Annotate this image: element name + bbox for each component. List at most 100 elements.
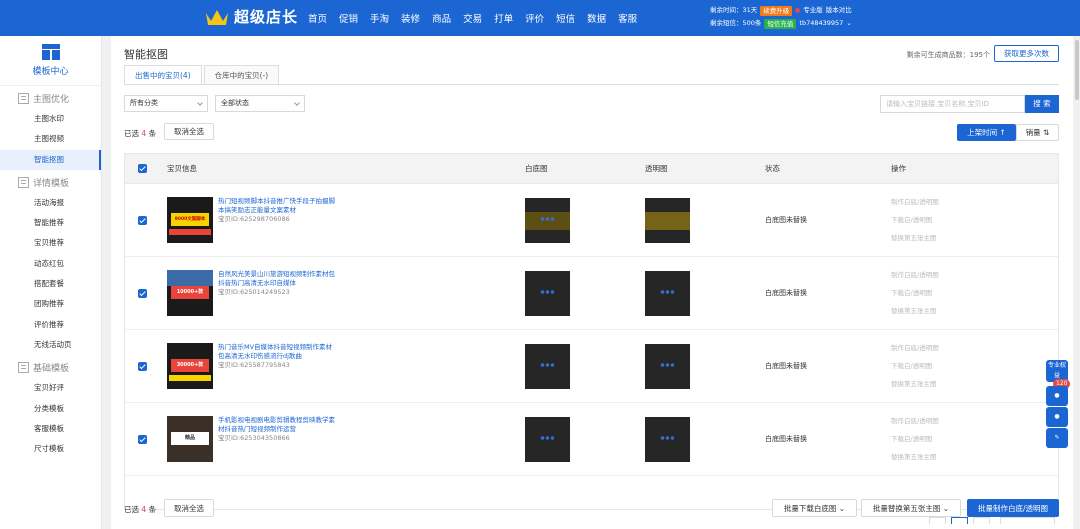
group-label: 基础模板 [33, 364, 70, 375]
compare-link[interactable]: 版本对比 [826, 4, 852, 17]
row-checkbox[interactable] [137, 361, 147, 371]
make-image-link[interactable]: 制作白底/透明图 [891, 412, 1058, 430]
chat-icon[interactable]: ● [1046, 386, 1068, 406]
replace-fifth-link[interactable]: 替换第五张主图 [891, 229, 1058, 247]
search-input[interactable]: 请输入宝贝链接,宝贝名称,宝贝ID [880, 95, 1025, 113]
transparent-image[interactable] [645, 416, 690, 462]
make-image-link[interactable]: 制作白底/透明图 [891, 193, 1058, 211]
user-name[interactable]: tb748439957 [799, 17, 843, 30]
selected-count: 4 [141, 505, 147, 514]
nav-home[interactable]: 首页 [308, 11, 327, 25]
sidebar-title: 模板中心 [32, 67, 69, 77]
status-select[interactable]: 全部状态 [215, 95, 305, 112]
product-thumbnail[interactable]: 精品 [167, 416, 213, 462]
tab-on-sale[interactable]: 出售中的宝贝(4) [124, 65, 202, 85]
sidebar: 模板中心 主图优化 主图水印 主图视频 智能抠图 详情模板 活动海报 智能推荐 … [0, 36, 102, 529]
upgrade-button[interactable]: 续费升级 [760, 5, 793, 16]
bottom-cancel-select-button[interactable]: 取消全选 [164, 499, 214, 517]
scrollbar-thumb[interactable] [1075, 40, 1079, 100]
get-more-button[interactable]: 获取更多次数 [994, 45, 1059, 62]
sidebar-item-size[interactable]: 尺寸模板 [0, 439, 101, 459]
white-bg-image[interactable] [525, 270, 570, 316]
sidebar-item-group[interactable]: 团购推荐 [0, 294, 101, 314]
white-bg-image[interactable] [525, 343, 570, 389]
pager-prev[interactable] [929, 517, 946, 524]
basic-icon [18, 362, 29, 374]
white-bg-image[interactable] [525, 197, 570, 243]
nav-mobile[interactable]: 手淘 [370, 11, 389, 25]
sidebar-item-watermark[interactable]: 主图水印 [0, 109, 101, 129]
table-row: 精品 手机影视电视剧电影剪辑教程剪映教学素材抖音热门短视频制作运营 宝贝ID:62… [125, 403, 1058, 476]
row-checkbox[interactable] [137, 215, 147, 225]
nav-trade[interactable]: 交易 [463, 11, 482, 25]
product-title[interactable]: 热门短视频脚本抖音推广快手段子拍摄脚本搞笑励志正能量文案素材 [218, 197, 338, 215]
nav-promo[interactable]: 促销 [339, 11, 358, 25]
transparent-image[interactable] [645, 270, 690, 316]
group-main-image[interactable]: 主图优化 [0, 88, 101, 109]
scrollbar[interactable] [1074, 36, 1080, 529]
sort-time-button[interactable]: 上架时间 ↑ [957, 124, 1016, 141]
sidebar-item-good-review[interactable]: 宝贝好评 [0, 378, 101, 398]
download-image-link[interactable]: 下载白/透明图 [891, 357, 1058, 375]
sidebar-item-video[interactable]: 主图视频 [0, 129, 101, 149]
pager-size[interactable] [1000, 517, 1055, 524]
status-text: 白底图未替换 [765, 362, 807, 370]
row-checkbox[interactable] [137, 434, 147, 444]
nav-sms[interactable]: 短信 [556, 11, 575, 25]
edit-icon[interactable]: ✎ [1046, 428, 1068, 448]
batch-make-button[interactable]: 批量制作白底/透明图 [967, 499, 1059, 517]
chevron-down-icon[interactable]: ⌄ [846, 17, 851, 30]
sidebar-item-redpacket[interactable]: 动态红包 [0, 254, 101, 274]
sidebar-item-cutout[interactable]: 智能抠图 [0, 149, 101, 170]
selected-count: 4 [141, 129, 147, 138]
support-icon[interactable]: ● [1046, 407, 1068, 427]
product-thumbnail[interactable]: 9000文案脚本 [167, 197, 213, 243]
sidebar-item-category[interactable]: 分类模板 [0, 399, 101, 419]
sidebar-item-smart[interactable]: 智能推荐 [0, 213, 101, 233]
sidebar-item-wireless[interactable]: 无线活动页 [0, 335, 101, 355]
select-all-checkbox[interactable] [137, 164, 147, 173]
download-image-link[interactable]: 下载白/透明图 [891, 430, 1058, 448]
transparent-image[interactable] [645, 197, 690, 243]
group-basic[interactable]: 基础模板 [0, 357, 101, 378]
sidebar-item-review[interactable]: 评价推荐 [0, 315, 101, 335]
download-image-link[interactable]: 下载白/透明图 [891, 284, 1058, 302]
replace-fifth-link[interactable]: 替换第五张主图 [891, 302, 1058, 320]
nav-service[interactable]: 客服 [618, 11, 637, 25]
brand[interactable]: 超级店长 [204, 6, 298, 27]
white-bg-image[interactable] [525, 416, 570, 462]
batch-download-button[interactable]: 批量下载白底图 ⌄ [772, 499, 857, 517]
replace-fifth-link[interactable]: 替换第五张主图 [891, 375, 1058, 393]
cancel-select-button[interactable]: 取消全选 [164, 123, 214, 140]
tab-warehouse[interactable]: 仓库中的宝贝(-) [203, 65, 280, 85]
product-title[interactable]: 手机影视电视剧电影剪辑教程剪映教学素材抖音热门短视频制作运营 [218, 416, 338, 434]
nav-review[interactable]: 评价 [525, 11, 544, 25]
pager-next[interactable] [973, 517, 990, 524]
sidebar-item-recommend[interactable]: 宝贝推荐 [0, 233, 101, 253]
product-title[interactable]: 自然风光美景山川旅游短视频制作素材包抖音热门高清无水印自媒体 [218, 270, 338, 288]
row-checkbox[interactable] [137, 288, 147, 298]
nav-data[interactable]: 数据 [587, 11, 606, 25]
sms-buy-button[interactable]: 短信充值 [764, 18, 797, 29]
sidebar-item-poster[interactable]: 活动海报 [0, 193, 101, 213]
product-title[interactable]: 热门音乐MV自媒体抖音短视频制作素材包高清无水印伤感流行dj歌曲 [218, 343, 338, 361]
make-image-link[interactable]: 制作白底/透明图 [891, 339, 1058, 357]
sort-sales-button[interactable]: 销量 ⇅ [1016, 124, 1059, 141]
transparent-image[interactable] [645, 343, 690, 389]
product-thumbnail[interactable]: 30000+款 [167, 343, 213, 389]
batch-replace-button[interactable]: 批量替换第五张主图 ⌄ [861, 499, 961, 517]
search-button[interactable]: 搜 索 [1025, 95, 1059, 113]
sidebar-item-bundle[interactable]: 搭配套餐 [0, 274, 101, 294]
download-image-link[interactable]: 下载白/透明图 [891, 211, 1058, 229]
make-image-link[interactable]: 制作白底/透明图 [891, 266, 1058, 284]
replace-fifth-link[interactable]: 替换第五张主图 [891, 448, 1058, 466]
nav-print[interactable]: 打单 [494, 11, 513, 25]
product-thumbnail[interactable]: 10000+款 [167, 270, 213, 316]
group-detail[interactable]: 详情模板 [0, 172, 101, 193]
pager-current[interactable] [951, 517, 968, 524]
category-select[interactable]: 所有分类 [124, 95, 208, 112]
nav-goods[interactable]: 商品 [432, 11, 451, 25]
nav-decor[interactable]: 装修 [401, 11, 420, 25]
sidebar-item-service[interactable]: 客服模板 [0, 419, 101, 439]
sidebar-header[interactable]: 模板中心 [0, 36, 101, 86]
